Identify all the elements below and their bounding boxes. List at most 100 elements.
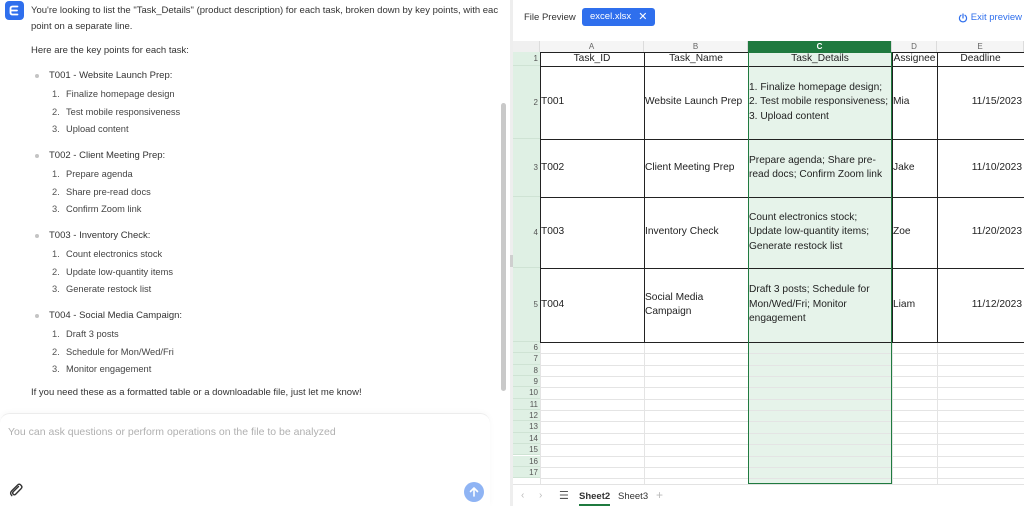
close-icon[interactable]: ✕ xyxy=(638,8,647,26)
row-header-13[interactable]: 13 xyxy=(513,421,540,433)
add-sheet-icon[interactable]: + xyxy=(656,488,663,502)
list-number: 2. xyxy=(52,266,60,277)
task-list: T001 - Website Launch Prep: 1. Finalize ho… xyxy=(31,68,501,379)
table-cell-assignee[interactable]: Mia xyxy=(893,66,935,139)
app-root: You're looking to list the "Task_Details… xyxy=(0,0,1024,506)
cell-text: 11/15/2023 xyxy=(971,96,1022,108)
spreadsheet-grid[interactable]: A B C D E 1 2 3 4 5 6 7 8 9 10 11 12 13 14 15 16 17 Task_ID Tas… xyxy=(513,41,1024,484)
column-header-a[interactable]: A xyxy=(540,41,644,52)
task-points: 1. Draft 3 posts 2. Schedule for Mon/Wed/Fr… xyxy=(31,326,501,379)
task-point-text: Update low-quantity items xyxy=(66,266,173,277)
table-cell-id[interactable]: T003 xyxy=(541,197,642,268)
chat-input-placeholder[interactable]: You can ask questions or perform operati… xyxy=(8,426,336,438)
list-number: 3. xyxy=(52,284,60,294)
row-header-7[interactable]: 7 xyxy=(513,353,540,365)
task-title: T001 - Website Launch Prep: xyxy=(31,68,501,84)
header-cell[interactable]: Task_ID xyxy=(540,52,644,66)
row-header-17[interactable]: 17 xyxy=(513,466,540,479)
task-point-text: Count electronics stock xyxy=(66,249,163,259)
row-header-4[interactable]: 4 xyxy=(513,197,540,268)
task-point: 1. Prepare agenda xyxy=(52,166,501,184)
row-header-15[interactable]: 15 xyxy=(513,444,540,456)
task-block: T003 - Inventory Check: 1. Count electroni… xyxy=(31,228,501,299)
column-header-e[interactable]: E xyxy=(937,41,1024,52)
chat-scrollbar[interactable] xyxy=(501,103,506,391)
list-number: 1. xyxy=(52,89,60,99)
task-point: 3. Monitor engagement xyxy=(52,361,501,379)
row-header-3[interactable]: 3 xyxy=(513,139,540,197)
header-cell[interactable]: Assignee xyxy=(892,52,937,66)
exit-preview-button[interactable]: Exit preview xyxy=(958,12,1022,23)
row-header-16[interactable]: 16 xyxy=(513,455,540,467)
table-cell-name[interactable]: Social Media Campaign xyxy=(645,268,746,342)
row-header-1[interactable]: 1 xyxy=(513,52,540,66)
chat-input-box[interactable]: You can ask questions or perform operati… xyxy=(0,413,490,506)
next-sheet-icon[interactable]: › xyxy=(539,490,542,501)
cell-text: 11/10/2023 xyxy=(971,161,1022,173)
sheet-tabs-bar: ‹ › ☰ Sheet2 Sheet3 + xyxy=(513,484,1024,506)
table-cell-id[interactable]: T002 xyxy=(541,139,642,197)
list-number: 2. xyxy=(52,186,60,197)
exit-preview-label[interactable]: Exit preview xyxy=(971,12,1022,23)
table-cell-deadline[interactable]: 11/12/2023 xyxy=(938,268,1022,342)
column-header-b[interactable]: B xyxy=(644,41,748,52)
paperclip-icon[interactable] xyxy=(8,482,24,498)
cell-text: T001 xyxy=(541,96,565,108)
preview-header: File Preview excel.xlsx ✕ Exit preview xyxy=(513,0,1024,36)
send-button[interactable] xyxy=(464,482,484,502)
sheet-menu-icon[interactable]: ☰ xyxy=(559,489,569,502)
sheet-tab-sheet3[interactable]: Sheet3 xyxy=(618,491,648,502)
outro-text: If you need these as a formatted table o… xyxy=(31,386,362,398)
column-header-d[interactable]: D xyxy=(892,41,937,52)
table-cell-id[interactable]: T004 xyxy=(541,268,642,342)
table-cell-assignee[interactable]: Zoe xyxy=(893,197,935,268)
task-point: 2. Schedule for Mon/Wed/Fri xyxy=(52,344,501,362)
file-tab[interactable]: excel.xlsx ✕ xyxy=(582,8,656,26)
cell-text: Inventory Check xyxy=(645,226,719,238)
table-cell-id[interactable]: T001 xyxy=(541,66,642,139)
task-points: 1. Count electronics stock 2. Update low-qu… xyxy=(31,246,501,299)
preview-title: File Preview xyxy=(524,12,576,23)
table-cell-deadline[interactable]: 11/10/2023 xyxy=(938,139,1022,197)
cell-text: Mia xyxy=(893,96,910,108)
row-header-6[interactable]: 6 xyxy=(513,342,540,354)
sheet-tab-sheet2[interactable]: Sheet2 xyxy=(579,491,611,506)
task-point-text: Finalize homepage design xyxy=(66,89,175,99)
table-cell-deadline[interactable]: 11/15/2023 xyxy=(938,66,1022,139)
table-cell-assignee[interactable]: Jake xyxy=(893,139,935,197)
row-header-5[interactable]: 5 xyxy=(513,268,540,342)
prev-sheet-icon[interactable]: ‹ xyxy=(521,490,524,501)
table-cell-name[interactable]: Client Meeting Prep xyxy=(645,139,746,197)
intro-text: You're looking to list the "Task_Details… xyxy=(31,5,499,16)
cell-text: 11/12/2023 xyxy=(971,298,1022,310)
power-icon xyxy=(958,12,967,22)
table-cell-name[interactable]: Website Launch Prep xyxy=(645,66,746,139)
task-block: T002 - Client Meeting Prep: 1. Prepare age… xyxy=(31,148,501,219)
task-point: 2. Test mobile responsiveness xyxy=(52,104,501,122)
header-cell[interactable]: Deadline xyxy=(937,52,1024,66)
select-all-corner[interactable] xyxy=(513,41,540,52)
row-header-12[interactable]: 12 xyxy=(513,410,540,422)
arrow-up-icon xyxy=(469,487,479,497)
file-tab-label[interactable]: excel.xlsx xyxy=(590,8,631,26)
task-point: 3. Upload content xyxy=(52,121,501,139)
column-header-c[interactable]: C xyxy=(748,41,892,52)
task-title: T004 - Social Media Campaign: xyxy=(31,308,501,324)
file-preview-panel: File Preview excel.xlsx ✕ Exit preview A… xyxy=(513,0,1024,506)
row-header-14[interactable]: 14 xyxy=(513,432,540,445)
cell-text: Liam xyxy=(893,298,916,310)
table-cell-name[interactable]: Inventory Check xyxy=(645,197,746,268)
table-cell-deadline[interactable]: 11/20/2023 xyxy=(938,197,1022,268)
row-header-2[interactable]: 2 xyxy=(513,66,540,139)
header-cell[interactable]: Task_Name xyxy=(644,52,748,66)
task-title: T002 - Client Meeting Prep: xyxy=(31,148,501,164)
list-number: 3. xyxy=(52,364,60,374)
task-point: 3. Confirm Zoom link xyxy=(52,201,501,219)
table-cell-assignee[interactable]: Liam xyxy=(893,268,935,342)
task-point: 2. Share pre-read docs xyxy=(52,184,501,202)
row-header-11[interactable]: 11 xyxy=(513,398,540,411)
task-block: T004 - Social Media Campaign: 1. Draft 3 p… xyxy=(31,308,501,379)
row-header-8[interactable]: 8 xyxy=(513,364,540,377)
row-header-9[interactable]: 9 xyxy=(513,376,540,388)
row-header-10[interactable]: 10 xyxy=(513,387,540,399)
